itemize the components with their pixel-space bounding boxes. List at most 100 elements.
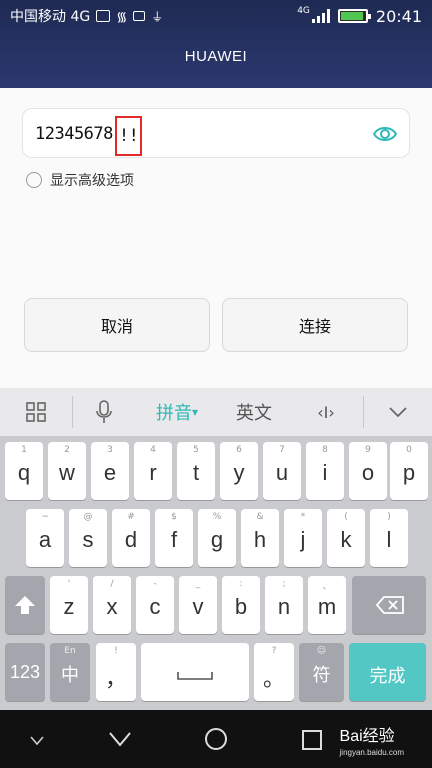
key-hint: ! (114, 646, 118, 656)
key-label: n (277, 594, 291, 619)
key-s[interactable]: @ s (69, 509, 107, 567)
highlight-box: !! (114, 116, 143, 156)
recent-apps-icon[interactable] (302, 730, 322, 750)
key-hint: ' (67, 579, 71, 589)
comma-key[interactable]: ! ， (96, 643, 136, 701)
chevron-down-icon[interactable] (30, 736, 44, 746)
key-m[interactable]: 、 m (308, 576, 346, 634)
key-hint: 1 (21, 445, 27, 455)
key-hint: 6 (236, 445, 242, 455)
keyboard-toolbar: 拼音 ▾ 英文 ‹I› (0, 388, 432, 436)
backspace-key[interactable] (352, 576, 426, 634)
top-bar: 中国移动 4G ᯾ ⏚ 4G 20:41 HUAWEI (0, 0, 432, 88)
key-hint: _ (195, 579, 201, 589)
key-n[interactable]: ; n (265, 576, 303, 634)
eye-icon[interactable] (373, 123, 397, 145)
key-k[interactable]: (k (327, 509, 365, 567)
key-hint: ; (282, 579, 286, 589)
key-h[interactable]: & h (241, 509, 279, 567)
key-label: ， (104, 666, 127, 691)
key-u[interactable]: 7u (263, 442, 301, 500)
key-d[interactable]: # d (112, 509, 150, 567)
key-r[interactable]: 4r (134, 442, 172, 500)
key-label: c (149, 594, 161, 619)
watermark: Bai经验 jingyan.baidu.com (340, 722, 404, 757)
advanced-options-row[interactable]: 显示高级选项 (26, 170, 134, 190)
key-y[interactable]: 6y (220, 442, 258, 500)
back-icon[interactable] (108, 730, 132, 748)
navigation-bar: Bai经验 jingyan.baidu.com (0, 710, 432, 768)
key-o[interactable]: 9o (349, 442, 387, 500)
key-label: m (317, 594, 337, 619)
cursor-control-button[interactable]: ‹I› (289, 388, 363, 436)
key-j[interactable]: * j (284, 509, 322, 567)
shift-key[interactable] (5, 576, 45, 634)
key-p[interactable]: 0p (390, 442, 428, 500)
key-label: e (103, 460, 117, 485)
backspace-icon (376, 596, 404, 614)
key-hint: En (64, 646, 76, 656)
key-x[interactable]: / x (93, 576, 131, 634)
english-mode-button[interactable]: 英文 (219, 388, 289, 436)
key-v[interactable]: _ v (179, 576, 217, 634)
symbols-label: 符 (312, 665, 331, 685)
key-label: d (124, 527, 138, 552)
key-hint: ? (271, 646, 277, 656)
emoji-icon: ☺ (316, 646, 327, 656)
key-label: b (234, 594, 248, 619)
voice-input-button[interactable] (73, 388, 135, 436)
key-e[interactable]: 3e (91, 442, 129, 500)
language-switch-key[interactable]: En 中 (50, 643, 90, 701)
key-label: v (192, 594, 204, 619)
watermark-brand: Bai经验 (339, 728, 395, 745)
key-f[interactable]: $ f (155, 509, 193, 567)
key-hint: # (127, 512, 135, 522)
key-hint: ( (344, 512, 348, 522)
key-z[interactable]: ' z (50, 576, 88, 634)
pinyin-mode-button[interactable]: 拼音 ▾ (135, 388, 219, 436)
key-label: w (59, 460, 75, 485)
key-label: y (233, 460, 245, 485)
network-label: 4G (297, 6, 310, 16)
symbols-key[interactable]: ☺ 符 (299, 643, 344, 701)
signal-icon (311, 9, 330, 23)
cancel-button[interactable]: 取消 (24, 298, 210, 352)
key-label: 。 (262, 666, 285, 691)
key-w[interactable]: 2w (48, 442, 86, 500)
shift-icon (15, 596, 35, 614)
key-c[interactable]: -c (136, 576, 174, 634)
key-label: j (300, 527, 306, 552)
connect-button[interactable]: 连接 (222, 298, 408, 352)
key-label: s (82, 527, 94, 552)
key-label: g (210, 527, 224, 552)
done-key[interactable]: 完成 (349, 643, 426, 701)
period-key[interactable]: ? 。 (254, 643, 294, 701)
key-label: q (17, 460, 31, 485)
key-label: x (106, 594, 118, 619)
home-icon[interactable] (204, 727, 228, 751)
password-field[interactable]: 12345678 !! (22, 108, 410, 158)
key-l[interactable]: ) l (370, 509, 408, 567)
sim-icon (96, 10, 111, 22)
advanced-options-checkbox[interactable] (26, 172, 42, 188)
chevron-down-icon (389, 407, 407, 418)
key-g[interactable]: % g (198, 509, 236, 567)
pinyin-label: 拼音 (155, 403, 192, 424)
cursor-icon: ‹I› (317, 402, 335, 422)
watermark-url: jingyan.baidu.com (339, 748, 404, 757)
key-hint: 3 (107, 445, 113, 455)
keyboard-grid-icon[interactable] (0, 388, 72, 436)
key-t[interactable]: 5t (177, 442, 215, 500)
key-q[interactable]: 1q (5, 442, 43, 500)
numbers-key[interactable]: 123 (5, 643, 45, 701)
key-a[interactable]: ~ a (26, 509, 64, 567)
key-i[interactable]: 8i (306, 442, 344, 500)
key-hint: ~ (41, 512, 49, 522)
space-key[interactable] (141, 643, 249, 701)
password-text: 12345678 (35, 124, 113, 144)
key-hint: - (153, 579, 157, 589)
key-hint: $ (171, 512, 177, 522)
key-b[interactable]: :b (222, 576, 260, 634)
collapse-keyboard-button[interactable] (364, 388, 432, 436)
key-label: z (63, 594, 75, 619)
